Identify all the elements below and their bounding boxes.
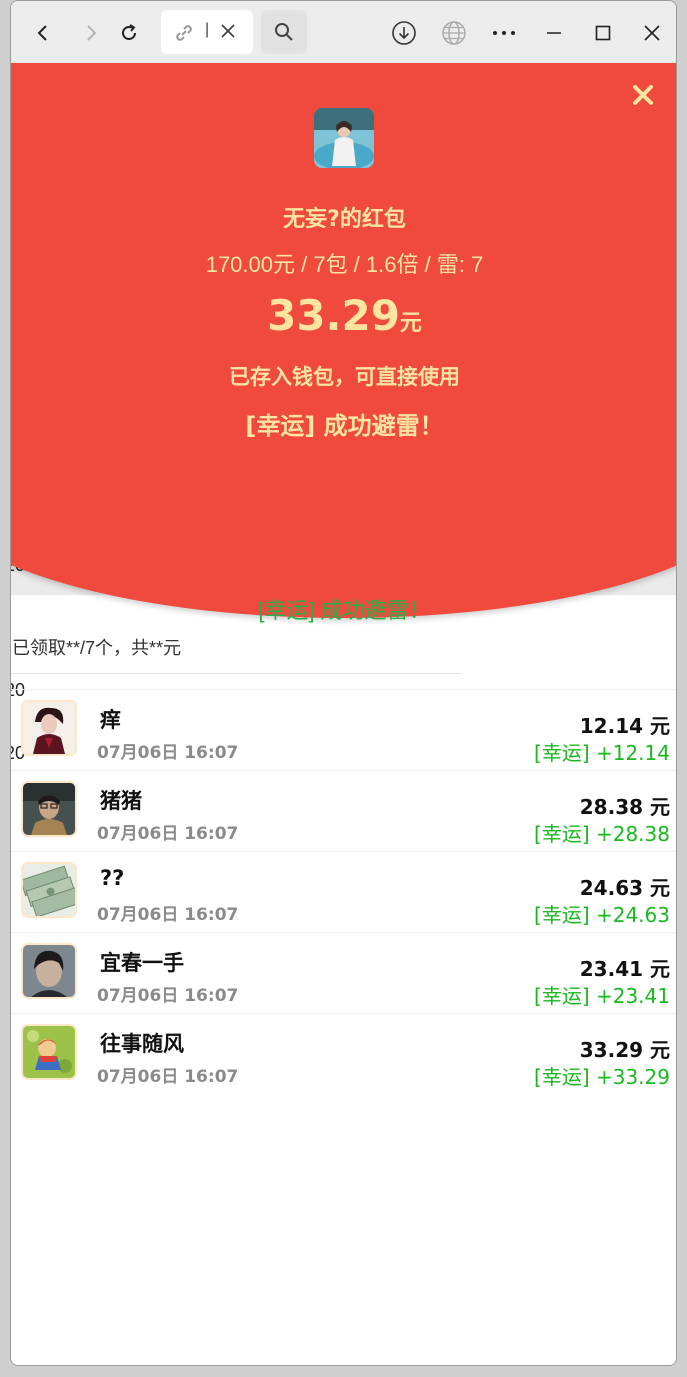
claim-gain: [幸运] +12.14 (534, 741, 670, 765)
claim-gain: [幸运] +28.38 (534, 822, 670, 846)
claim-summary: 已领取**/7个，共**元 (12, 638, 182, 658)
maximize-button[interactable] (585, 15, 621, 51)
sender-avatar (314, 108, 374, 168)
browser-window: | 最 20 20 20 20 20 20 (10, 0, 677, 1366)
wallet-note: 已存入钱包，可直接使用 (229, 365, 460, 389)
tab-title: | (205, 21, 210, 38)
minimize-button[interactable] (536, 15, 572, 51)
claim-amount: 33.29 元 (579, 1038, 670, 1062)
avatar (21, 1024, 77, 1080)
close-window-button[interactable] (634, 15, 670, 51)
lucky-result: [幸运] 成功避雷！ (245, 412, 444, 440)
avatar (21, 862, 77, 918)
claim-gain: [幸运] +23.41 (534, 984, 670, 1008)
claim-row[interactable]: 猪猪 07月06日 16:07 28.38 元 [幸运] +28.38 (11, 770, 676, 851)
reload-icon (122, 24, 136, 40)
more-button[interactable] (486, 15, 522, 51)
claimer-name: 猪猪 (100, 789, 142, 813)
avatar (21, 943, 77, 999)
download-icon (392, 21, 416, 45)
link-icon (176, 25, 192, 41)
claim-gain: [幸运] +33.29 (534, 1065, 670, 1089)
maximize-icon (595, 25, 611, 41)
claim-time: 07月06日 16:07 (97, 1067, 239, 1087)
search-button[interactable] (261, 10, 307, 54)
claim-row[interactable]: 往事随风 07月06日 16:07 33.29 元 [幸运] +33.29 (11, 1013, 676, 1094)
divider (11, 673, 461, 674)
claim-amount: 28.38 元 (579, 795, 670, 819)
close-window-icon (644, 25, 660, 41)
globe-icon (442, 21, 466, 45)
claimer-name: 往事随风 (100, 1032, 184, 1056)
forward-button[interactable] (73, 15, 109, 51)
claim-row[interactable]: 痒 07月06日 16:07 12.14 元 [幸运] +12.14 (11, 689, 676, 770)
claim-row[interactable]: 宜春一手 07月06日 16:07 23.41 元 [幸运] +23.41 (11, 932, 676, 1013)
globe-button[interactable] (436, 15, 472, 51)
packet-info: 170.00元 / 7包 / 1.6倍 / 雷: 7 (205, 252, 484, 277)
claim-list: 痒 07月06日 16:07 12.14 元 [幸运] +12.14 猪猪 07… (11, 689, 676, 1094)
claim-amount: 24.63 元 (579, 876, 670, 900)
avatar (21, 700, 77, 756)
back-button[interactable] (25, 15, 61, 51)
minimize-icon (547, 32, 561, 34)
received-amount: 33.29元 (11, 291, 676, 340)
claim-row[interactable]: ?? 07月06日 16:07 24.63 元 [幸运] +24.63 (11, 851, 676, 932)
claimer-name: 痒 (100, 708, 121, 732)
claimer-name: 宜春一手 (100, 951, 184, 975)
download-button[interactable] (386, 15, 422, 51)
claim-amount: 12.14 元 (579, 714, 670, 738)
avatar (21, 781, 77, 837)
claim-time: 07月06日 16:07 (97, 824, 239, 844)
sender-name: 无妄?的红包 (283, 207, 406, 232)
forward-icon (87, 25, 97, 41)
claim-time: 07月06日 16:07 (97, 905, 239, 925)
claim-amount: 23.41 元 (579, 957, 670, 981)
claimer-name: ?? (100, 866, 125, 890)
close-icon[interactable] (631, 83, 655, 107)
claim-time: 07月06日 16:07 (97, 743, 239, 763)
search-icon (275, 23, 293, 41)
amount-unit: 元 (399, 311, 422, 336)
reload-button[interactable] (111, 15, 147, 51)
claim-time: 07月06日 16:07 (97, 986, 239, 1006)
result-banner: [幸运] 成功避雷！ (258, 598, 431, 623)
more-icon (493, 31, 515, 35)
close-tab-icon[interactable] (219, 22, 237, 40)
browser-tab[interactable]: | (161, 10, 253, 54)
amount-value: 33.29 (267, 291, 400, 340)
claim-gain: [幸运] +24.63 (534, 903, 670, 927)
title-bar: | (11, 1, 676, 63)
back-icon (37, 25, 47, 41)
